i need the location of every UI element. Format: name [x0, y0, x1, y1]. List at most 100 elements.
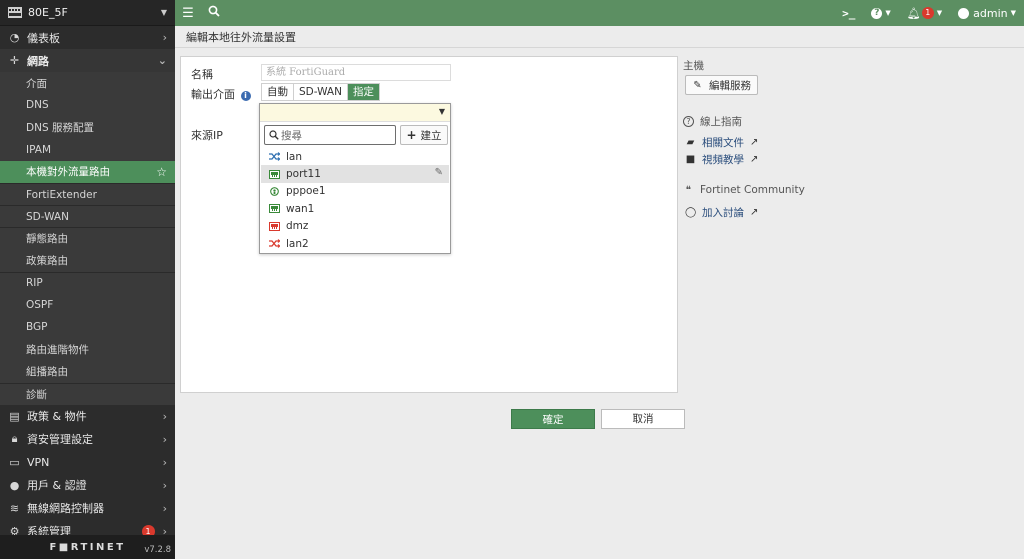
interface-option-dmz[interactable]: dmz [261, 218, 449, 235]
sidebar-subitem-ipam[interactable]: IPAM [0, 138, 175, 161]
page-title: 編輯本地往外流量設置 [175, 26, 1024, 48]
sidebar-subitem-interfaces[interactable]: 介面 [0, 72, 175, 95]
policy-icon: ▤ [9, 409, 20, 423]
sidebar-item-label: RIP [26, 277, 43, 290]
sidebar-item-label: OSPF [26, 298, 54, 311]
shuffle-icon [269, 239, 280, 249]
interface-option-lan2[interactable]: lan2 [261, 235, 449, 252]
hamburger-menu-icon[interactable]: ☰ [175, 6, 201, 21]
fortinet-logo: F■RTINET [49, 541, 126, 553]
outgoing-interface-text: 輸出介面 [191, 88, 235, 101]
right-info-panel: 主機 ✎ 編輯服務 ? 線上指南 ▰ 相關文件 ↗ ■ 視頻教學 ↗ ❝ For… [683, 56, 1013, 356]
sidebar-subitem-routing-objects[interactable]: 路由進階物件 [0, 338, 175, 361]
pencil-edit-icon[interactable]: ✎ [435, 167, 443, 178]
video-tutorial-label: 視頻教學 [702, 154, 744, 166]
sidebar-subitem-rip[interactable]: RIP [0, 271, 175, 294]
interface-option-lan[interactable]: lan [261, 148, 449, 165]
sidebar-item-user-auth[interactable]: ● 用戶 & 認證 › [0, 474, 175, 497]
chevron-right-icon: › [162, 478, 167, 492]
cli-console-icon[interactable]: >_ [842, 7, 855, 20]
segment-sdwan[interactable]: SD-WAN [294, 84, 348, 100]
sidebar-subitem-fortiextender[interactable]: FortiExtender [0, 182, 175, 206]
ok-button[interactable]: 確定 [511, 409, 595, 429]
sidebar-subitem-local-out-routing[interactable]: 本機對外流量路由 ☆ [0, 160, 175, 183]
sidebar-item-dashboard[interactable]: ◔ 儀表板 › [0, 26, 175, 49]
monitor-icon: ▭ [9, 455, 20, 469]
option-label: wan1 [286, 202, 315, 215]
create-label: 建立 [420, 129, 442, 142]
community-heading: ❝ Fortinet Community [683, 184, 805, 196]
network-icon: ✛ [9, 54, 20, 67]
edit-service-label: 編輯服務 [709, 79, 751, 92]
sidebar-item-label: 介面 [26, 77, 47, 90]
name-field[interactable]: 系統 FortiGuard [261, 64, 451, 81]
sidebar-subitem-sdwan[interactable]: SD-WAN [0, 205, 175, 228]
community-heading-text: Fortinet Community [700, 184, 805, 196]
host-heading: 主機 [683, 60, 704, 72]
sidebar-item-label: VPN [27, 455, 50, 469]
option-label: lan2 [286, 237, 309, 250]
sidebar-item-label: 本機對外流量路由 [26, 166, 110, 179]
option-label: port11 [286, 168, 321, 181]
interface-option-wan1[interactable]: wan1 [261, 200, 449, 217]
external-link-icon: ↗ [750, 137, 759, 148]
chevron-down-icon: ⌄ [157, 54, 167, 67]
video-tutorial-link[interactable]: ■ 視頻教學 ↗ [685, 152, 759, 167]
notifications-bell[interactable]: 🔔︎ 1 ▼ [907, 7, 942, 20]
star-icon[interactable]: ☆ [156, 165, 167, 179]
username: admin [973, 6, 1008, 20]
chevron-right-icon: › [162, 432, 167, 446]
related-docs-link[interactable]: ▰ 相關文件 ↗ [685, 135, 759, 150]
cancel-button[interactable]: 取消 [601, 409, 685, 429]
sidebar-item-vpn[interactable]: ▭ VPN › [0, 451, 175, 474]
sidebar-footer: F■RTINET v7.2.8 [0, 535, 175, 559]
sidebar-subitem-diagnostics[interactable]: 診斷 [0, 382, 175, 405]
search-icon[interactable] [201, 5, 227, 21]
edit-service-button[interactable]: ✎ 編輯服務 [685, 75, 758, 95]
sidebar-subitem-dns-service[interactable]: DNS 服務配置 [0, 116, 175, 139]
info-icon[interactable]: i [240, 91, 251, 101]
dropdown-search-input[interactable]: 搜尋 [264, 125, 396, 145]
sidebar-item-wifi-controller[interactable]: ≋ 無線網路控制器 › [0, 497, 175, 520]
user-menu[interactable]: admin ▼ [958, 7, 1016, 20]
sidebar-item-label: 網路 [27, 54, 49, 68]
device-name: 80E_5F [28, 6, 68, 19]
comment-icon: ◯ [685, 207, 697, 218]
sidebar-item-label: 路由進階物件 [26, 343, 89, 356]
sidebar-subitem-policy-routes[interactable]: 政策路由 [0, 249, 175, 272]
sidebar-item-label: 政策路由 [26, 255, 68, 268]
sidebar-item-label: FortiExtender [26, 188, 97, 201]
external-link-icon: ↗ [750, 207, 759, 218]
interface-option-pppoe1[interactable]: pppoe1 [261, 183, 449, 200]
segment-specify[interactable]: 指定 [347, 84, 379, 100]
plus-icon: + [406, 128, 417, 142]
create-button[interactable]: + 建立 [400, 125, 448, 145]
sidebar-subitem-bgp[interactable]: BGP [0, 316, 175, 339]
help-icon[interactable]: ? ▼ [871, 7, 891, 19]
join-discussion-link[interactable]: ◯ 加入討論 ↗ [685, 205, 758, 220]
sidebar-subitem-ospf[interactable]: OSPF [0, 293, 175, 317]
sidebar-item-network[interactable]: ✛ 網路 ⌄ [0, 49, 175, 72]
book-icon: ▰ [686, 137, 695, 148]
fortigate-device-icon [8, 7, 22, 18]
sidebar-item-policy-objects[interactable]: ▤ 政策 & 物件 › [0, 405, 175, 428]
chevron-down-icon: ▼ [160, 8, 167, 17]
segment-auto[interactable]: 自動 [262, 84, 294, 100]
sidebar-subitem-multicast[interactable]: 組播路由 [0, 360, 175, 383]
sidebar-item-security-profiles[interactable]: 🔒︎ 資安管理設定 › [0, 428, 175, 451]
main-content: 名稱 系統 FortiGuard 輸出介面 i 自動 SD-WAN 指定 來源I… [175, 48, 1024, 559]
video-camera-icon: ■ [685, 154, 696, 165]
interface-select[interactable]: ▼ [260, 104, 450, 122]
interface-dropdown: ▼ 搜尋 + 建立 lan port11 ✎ pppoe1 wan1 dmz l… [259, 103, 451, 254]
lock-icon: 🔒︎ [11, 432, 18, 446]
interface-option-port11[interactable]: port11 ✎ [261, 165, 449, 183]
sidebar-item-label: BGP [26, 321, 48, 334]
sidebar-item-label: 無線網路控制器 [27, 502, 104, 516]
sidebar-item-label: 政策 & 物件 [27, 410, 87, 424]
source-ip-label: 來源IP [191, 129, 223, 142]
sidebar-item-label: 資安管理設定 [27, 433, 93, 447]
port-icon [269, 169, 280, 179]
sidebar-subitem-static-routes[interactable]: 靜態路由 [0, 227, 175, 250]
sidebar-subitem-dns[interactable]: DNS [0, 94, 175, 117]
device-selector[interactable]: 80E_5F ▼ [0, 0, 175, 26]
